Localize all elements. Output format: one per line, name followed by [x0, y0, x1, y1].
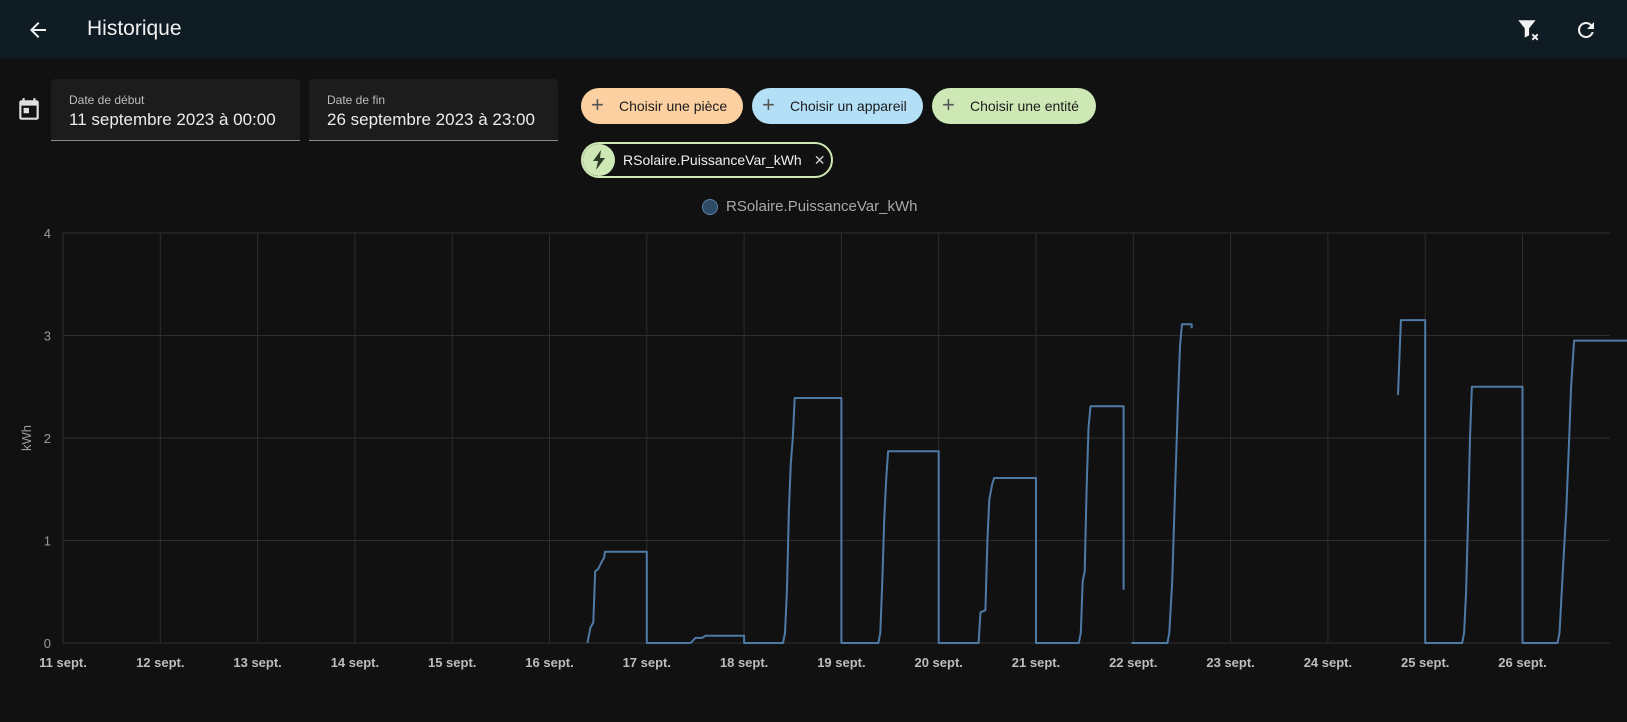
y-tick-label: 2 — [44, 431, 51, 446]
x-tick-label: 20 sept. — [914, 655, 962, 670]
series-line — [1397, 319, 1627, 644]
x-tick-label: 17 sept. — [623, 655, 671, 670]
series-line — [586, 397, 1125, 644]
x-tick-label: 12 sept. — [136, 655, 184, 670]
x-tick-label: 25 sept. — [1401, 655, 1449, 670]
x-tick-label: 22 sept. — [1109, 655, 1157, 670]
series-line — [1131, 323, 1193, 644]
history-chart: 0 1 2 3 4 11 sept. 12 sept. 13 sept. 14 sept. 15 … — [19, 226, 1627, 670]
y-tick-label: 1 — [44, 534, 51, 549]
x-tick-label: 15 sept. — [428, 655, 476, 670]
x-tick-label: 21 sept. — [1012, 655, 1060, 670]
y-tick-label: 0 — [44, 636, 51, 651]
x-tick-label: 24 sept. — [1304, 655, 1352, 670]
x-tick-label: 16 sept. — [525, 655, 573, 670]
x-tick-label: 11 sept. — [39, 655, 87, 670]
x-tick-label: 13 sept. — [233, 655, 281, 670]
y-tick-label: 3 — [44, 329, 51, 344]
x-tick-label: 18 sept. — [720, 655, 768, 670]
x-tick-label: 23 sept. — [1206, 655, 1254, 670]
x-tick-label: 26 sept. — [1498, 655, 1546, 670]
y-axis-label: kWh — [19, 425, 34, 451]
x-tick-label: 14 sept. — [331, 655, 379, 670]
y-tick-label: 4 — [44, 226, 51, 241]
x-tick-label: 19 sept. — [817, 655, 865, 670]
